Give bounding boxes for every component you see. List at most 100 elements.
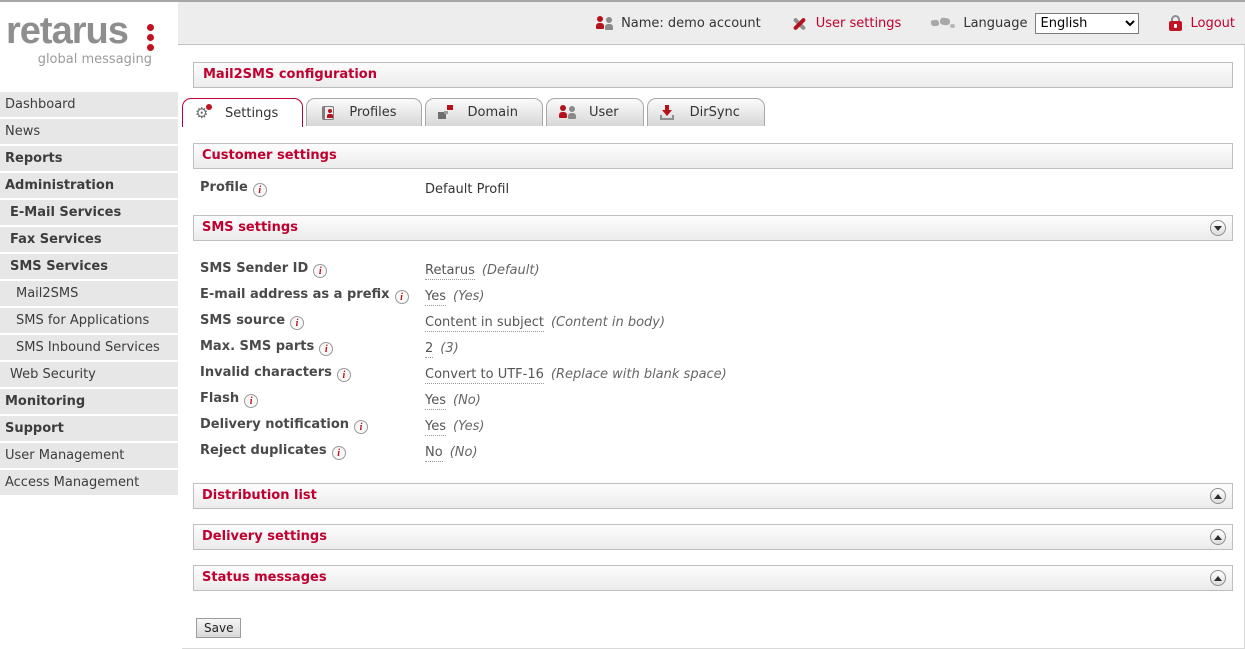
field-label: Delivery notification <box>200 417 349 432</box>
expand-chevron-up-icon[interactable] <box>1210 488 1226 504</box>
users-icon <box>559 105 576 121</box>
field-value[interactable]: Convert to UTF-16 <box>425 367 544 384</box>
field-default-hint: (No) <box>453 393 481 408</box>
info-icon[interactable] <box>319 342 333 356</box>
brand-colon-dots-icon <box>147 24 154 51</box>
field-default-hint: (Default) <box>482 263 540 278</box>
tab-profiles-label: Profiles <box>349 105 396 120</box>
brand-logo: retarus global messaging <box>0 2 178 92</box>
section-delivery-settings: Delivery settings <box>193 524 1233 550</box>
field-default-hint: (No) <box>450 445 478 460</box>
field-row-reject-duplicates: Reject duplicates No (No) <box>193 440 1233 466</box>
section-status-messages: Status messages <box>193 565 1233 591</box>
sidebar-item-dashboard[interactable]: Dashboard <box>0 92 178 117</box>
sidebar-item-sms-inbound-services[interactable]: SMS Inbound Services <box>0 335 178 360</box>
field-value[interactable]: Content in subject <box>425 315 544 332</box>
expand-chevron-up-icon[interactable] <box>1210 570 1226 586</box>
sidebar-item-monitoring[interactable]: Monitoring <box>0 389 178 414</box>
sidebar-item-administration[interactable]: Administration <box>0 173 178 198</box>
info-icon[interactable] <box>337 368 351 382</box>
sidebar-item-access-management[interactable]: Access Management <box>0 470 178 495</box>
sidebar-item-user-management[interactable]: User Management <box>0 443 178 468</box>
sidebar-item-email-services[interactable]: E-Mail Services <box>0 200 178 225</box>
info-icon[interactable] <box>313 264 327 278</box>
field-default-hint: (Yes) <box>453 289 484 304</box>
field-label: SMS Sender ID <box>200 261 308 276</box>
world-map-icon <box>931 16 955 30</box>
customer-settings-rows: Profile Default Profil <box>193 177 1233 203</box>
field-label: Reject duplicates <box>200 443 327 458</box>
section-sms-settings-title: SMS settings <box>202 220 298 235</box>
field-value[interactable]: No <box>425 445 443 462</box>
sidebar-item-fax-services[interactable]: Fax Services <box>0 227 178 252</box>
field-label: Flash <box>200 391 239 406</box>
field-default-hint: (Yes) <box>453 419 484 434</box>
info-icon[interactable] <box>253 183 267 197</box>
tab-domain[interactable]: Domain <box>425 98 543 126</box>
section-distribution-list-title: Distribution list <box>202 488 317 503</box>
field-row-max-sms-parts: Max. SMS parts 2 (3) <box>193 336 1233 362</box>
users-icon <box>596 16 613 30</box>
logout-link[interactable]: Logout <box>1190 16 1235 31</box>
section-customer-settings-title: Customer settings <box>202 148 337 163</box>
field-value: Default Profil <box>425 182 509 197</box>
user-settings-link[interactable]: User settings <box>816 16 902 31</box>
tab-bar: ⚙ Settings Profiles Domain User DirSync <box>182 98 765 127</box>
field-value[interactable]: Yes <box>425 393 446 410</box>
field-default-hint: (3) <box>440 341 458 356</box>
field-value[interactable]: Yes <box>425 419 446 436</box>
sidebar-item-support[interactable]: Support <box>0 416 178 441</box>
info-icon[interactable] <box>244 394 258 408</box>
tab-domain-label: Domain <box>468 105 518 120</box>
language-label: Language <box>963 16 1027 31</box>
field-row-email-prefix: E-mail address as a prefix Yes (Yes) <box>193 284 1233 310</box>
gear-icon: ⚙ <box>195 105 212 121</box>
language-select[interactable]: English <box>1035 13 1139 34</box>
collapse-chevron-down-icon[interactable] <box>1210 220 1226 236</box>
tab-settings[interactable]: ⚙ Settings <box>182 98 303 127</box>
info-icon[interactable] <box>332 446 346 460</box>
field-label: SMS source <box>200 313 285 328</box>
page-title: Mail2SMS configuration <box>193 62 1233 88</box>
tab-dirsync-label: DirSync <box>690 105 740 120</box>
field-row-invalid-characters: Invalid characters Convert to UTF-16(Rep… <box>193 362 1233 388</box>
lock-icon <box>1169 15 1182 31</box>
sidebar-item-sms-for-applications[interactable]: SMS for Applications <box>0 308 178 333</box>
expand-chevron-up-icon[interactable] <box>1210 529 1226 545</box>
field-default-hint: (Replace with blank space) <box>551 367 727 382</box>
section-sms-settings: SMS settings <box>193 215 1233 241</box>
field-label: Profile <box>200 180 248 195</box>
field-row-profile: Profile Default Profil <box>193 177 1233 203</box>
sidebar-item-mail2sms[interactable]: Mail2SMS <box>0 281 178 306</box>
info-icon[interactable] <box>395 290 409 304</box>
field-value[interactable]: 2 <box>425 341 433 358</box>
info-icon[interactable] <box>354 420 368 434</box>
save-button[interactable]: Save <box>196 618 241 638</box>
sidebar-item-news[interactable]: News <box>0 119 178 144</box>
field-value[interactable]: Yes <box>425 289 446 306</box>
network-nodes-icon <box>438 105 455 121</box>
section-customer-settings: Customer settings <box>193 143 1233 169</box>
sidebar-item-web-security[interactable]: Web Security <box>0 362 178 387</box>
field-label: Max. SMS parts <box>200 339 314 354</box>
field-row-sms-sender-id: SMS Sender ID Retarus (Default) <box>193 258 1233 284</box>
field-label: E-mail address as a prefix <box>200 287 390 302</box>
sidebar-item-sms-services[interactable]: SMS Services <box>0 254 178 279</box>
settings-panel: Customer settings Profile Default Profil… <box>193 143 1233 638</box>
tab-user[interactable]: User <box>546 98 644 126</box>
field-value[interactable]: Retarus <box>425 263 475 280</box>
field-row-delivery-notification: Delivery notification Yes (Yes) <box>193 414 1233 440</box>
address-book-icon <box>319 105 336 121</box>
tab-dirsync[interactable]: DirSync <box>647 98 765 126</box>
field-row-sms-source: SMS source Content in subject(Content in… <box>193 310 1233 336</box>
download-icon <box>660 105 677 121</box>
field-row-flash: Flash Yes (No) <box>193 388 1233 414</box>
tab-settings-label: Settings <box>225 106 278 121</box>
info-icon[interactable] <box>290 316 304 330</box>
section-status-messages-title: Status messages <box>202 570 327 585</box>
section-delivery-settings-title: Delivery settings <box>202 529 327 544</box>
tab-user-label: User <box>589 105 619 120</box>
account-name-label: Name: demo account <box>621 16 761 31</box>
tab-profiles[interactable]: Profiles <box>306 98 421 126</box>
sidebar-item-reports[interactable]: Reports <box>0 146 178 171</box>
